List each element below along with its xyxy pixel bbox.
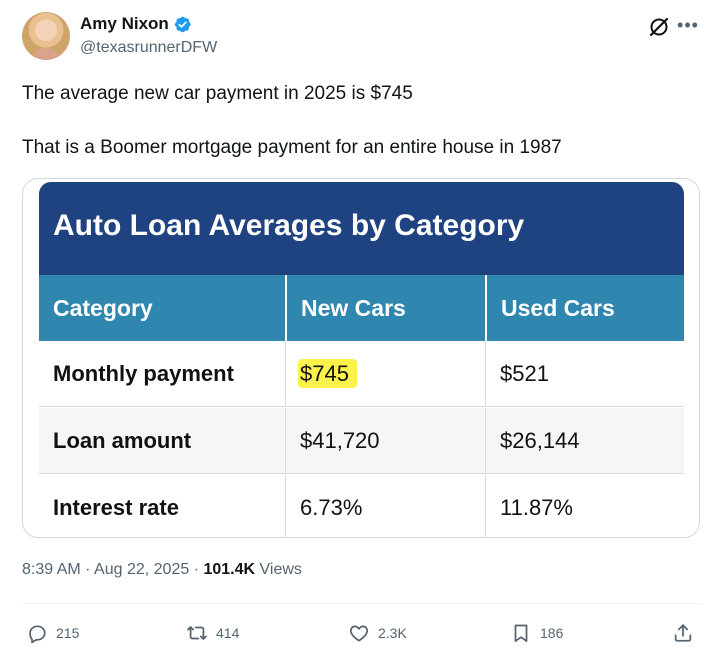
tweet-header: Amy Nixon @texasrunnerDFW ••• xyxy=(22,12,702,62)
display-name[interactable]: Amy Nixon xyxy=(80,14,169,34)
grok-icon[interactable] xyxy=(648,16,670,38)
table-header-row: Category New Cars Used Cars xyxy=(39,275,684,341)
reply-count: 215 xyxy=(56,625,80,641)
like-count: 2.3K xyxy=(378,625,407,641)
like-button[interactable]: 2.3K xyxy=(348,618,407,648)
new-cars-cell: 6.73% xyxy=(285,475,485,537)
separator-dot: · xyxy=(85,561,95,578)
like-icon xyxy=(349,625,369,642)
new-cars-cell: $745 xyxy=(285,341,485,407)
highlighted-value: $745 xyxy=(298,359,357,388)
divider xyxy=(22,603,702,604)
author-name-row: Amy Nixon xyxy=(80,14,192,34)
share-button[interactable] xyxy=(672,618,694,648)
tweet-line-2: That is a Boomer mortgage payment for an… xyxy=(22,137,562,158)
tweet-time[interactable]: 8:39 AM xyxy=(22,561,81,578)
table-row: Interest rate 6.73% 11.87% xyxy=(39,475,684,537)
table-title: Auto Loan Averages by Category xyxy=(39,182,684,275)
share-icon xyxy=(674,624,692,642)
tweet-image[interactable]: Auto Loan Averages by Category Category … xyxy=(22,178,700,538)
table-row: Monthly payment $745 $521 xyxy=(39,341,684,407)
tweet-line-1: The average new car payment in 2025 is $… xyxy=(22,83,413,104)
bookmark-icon xyxy=(514,624,528,642)
row-label: Monthly payment xyxy=(53,361,234,386)
header-category: Category xyxy=(53,295,153,321)
header-used-cars: Used Cars xyxy=(485,275,684,341)
tweet-text: The average new car payment in 2025 is $… xyxy=(22,80,702,161)
retweet-icon xyxy=(187,626,207,640)
bookmark-button[interactable]: 186 xyxy=(510,618,563,648)
used-cars-cell: $26,144 xyxy=(485,408,684,474)
row-label: Loan amount xyxy=(53,428,192,453)
reply-button[interactable]: 215 xyxy=(26,618,79,648)
avatar[interactable] xyxy=(22,12,70,60)
table-row: Loan amount $41,720 $26,144 xyxy=(39,408,684,474)
row-label: Interest rate xyxy=(53,495,179,520)
author-handle[interactable]: @texasrunnerDFW xyxy=(80,39,217,57)
auto-loan-table: Auto Loan Averages by Category Category … xyxy=(39,182,684,537)
reply-icon xyxy=(29,625,46,644)
views-count: 101.4K xyxy=(203,561,256,578)
retweet-button[interactable]: 414 xyxy=(186,618,239,648)
views-label: Views xyxy=(259,561,302,578)
used-cars-cell: $521 xyxy=(485,341,684,407)
tweet-date[interactable]: Aug 22, 2025 xyxy=(94,561,189,578)
new-cars-cell: $41,720 xyxy=(285,408,485,474)
header-new-cars: New Cars xyxy=(285,275,485,341)
retweet-count: 414 xyxy=(216,625,240,641)
used-cars-cell: 11.87% xyxy=(485,475,684,537)
action-bar: 215 414 2.3K 186 xyxy=(22,618,702,648)
verified-badge-icon[interactable] xyxy=(173,15,192,34)
more-icon[interactable]: ••• xyxy=(676,14,700,38)
bookmark-count: 186 xyxy=(540,625,564,641)
tweet-meta: 8:39 AM · Aug 22, 2025 · 101.4K Views xyxy=(22,561,302,579)
